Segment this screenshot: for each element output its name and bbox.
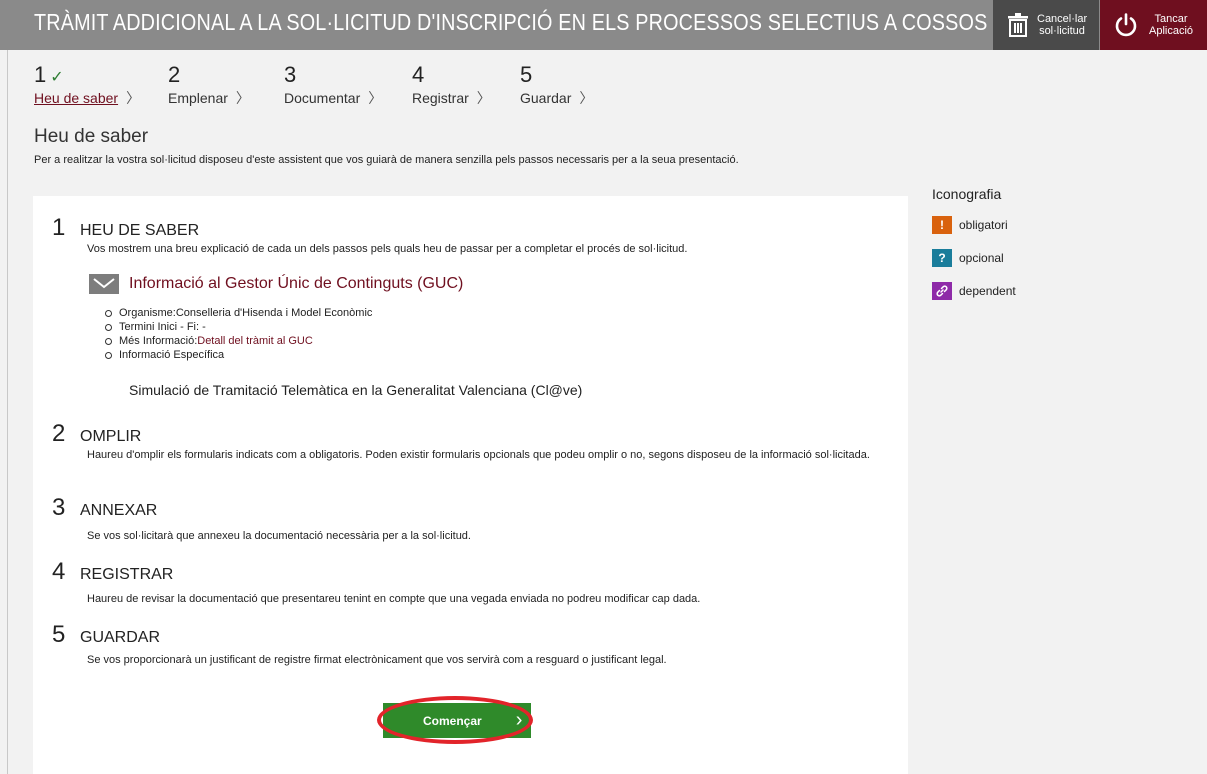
step-3[interactable]: 3 Documentar 〉: [284, 62, 382, 108]
block-2-text: Haureu d'omplir els formularis indicats …: [87, 449, 870, 461]
step-5-number: 5: [520, 62, 533, 87]
iconography-title: Iconografia: [932, 186, 1002, 202]
cancel-label-line2: sol·licitud: [1039, 25, 1085, 37]
start-button[interactable]: Començar ›: [383, 703, 531, 738]
list-item: Més Informació:Detall del tràmit al GUC: [105, 334, 372, 348]
close-app-button[interactable]: Tancar Aplicació: [1100, 0, 1207, 50]
more-info-label: Més Informació:: [119, 335, 198, 347]
step-3-label[interactable]: Documentar: [284, 90, 360, 106]
step-1-label[interactable]: Heu de saber: [34, 90, 118, 106]
start-button-label: Començar: [423, 713, 482, 728]
term-item: Termini Inici - Fi: -: [105, 320, 372, 334]
power-icon: [1115, 13, 1137, 37]
chevron-right-icon: 〉: [368, 90, 383, 106]
block-3-text: Se vos sol·licitarà que annexeu la docum…: [87, 530, 471, 542]
block-1: 1 HEU DE SABER: [52, 214, 199, 242]
chevron-right-icon: 〉: [579, 90, 594, 106]
block-4-number: 4: [52, 558, 66, 585]
link-icon: [932, 282, 952, 300]
block-1-number: 1: [52, 214, 66, 241]
block-2: 2 OMPLIR: [52, 420, 141, 448]
block-1-text: Vos mostrem una breu explicació de cada …: [87, 243, 688, 255]
chevron-right-icon: 〉: [235, 90, 250, 106]
check-icon: ✓: [50, 69, 64, 86]
simulation-title: Simulació de Tramitació Telemàtica en la…: [129, 382, 583, 398]
block-3-title: ANNEXAR: [80, 502, 158, 519]
block-5-number: 5: [52, 621, 66, 648]
step-4-label[interactable]: Registrar: [412, 90, 469, 106]
guc-section: Informació al Gestor Únic de Continguts …: [89, 274, 463, 294]
app-header: TRÀMIT ADDICIONAL A LA SOL·LICITUD D'INS…: [0, 0, 1207, 50]
block-4-title: REGISTRAR: [80, 566, 174, 583]
envelope-icon: [89, 274, 119, 294]
step-2-number: 2: [168, 62, 181, 87]
list-item: Organisme:Conselleria d'Hisenda i Model …: [105, 306, 372, 320]
exclamation-icon: !: [932, 216, 952, 234]
block-2-title: OMPLIR: [80, 428, 142, 445]
org-label: Organisme:: [119, 307, 176, 319]
legend-label-dependent: dependent: [959, 284, 1016, 298]
block-5-title: GUARDAR: [80, 629, 161, 646]
block-3-number: 3: [52, 494, 66, 521]
chevron-right-icon: 〉: [126, 90, 141, 106]
legend-label-optional: opcional: [959, 251, 1004, 265]
block-4-text: Haureu de revisar la documentació que pr…: [87, 593, 701, 605]
step-2[interactable]: 2 Emplenar 〉: [168, 62, 250, 108]
legend-item-optional: ? opcional: [932, 249, 1004, 267]
step-5[interactable]: 5 Guardar 〉: [520, 62, 593, 108]
page-title: Heu de saber: [34, 126, 149, 147]
cancel-request-button[interactable]: Cancel·lar sol·licitud: [993, 0, 1099, 50]
close-label-line1: Tancar: [1154, 13, 1188, 25]
legend-item-mandatory: ! obligatori: [932, 216, 1008, 234]
step-4-number: 4: [412, 62, 425, 87]
block-5-text: Se vos proporcionarà un justificant de r…: [87, 654, 667, 666]
chevron-right-icon: ›: [515, 709, 523, 731]
guc-details: Organisme:Conselleria d'Hisenda i Model …: [105, 306, 372, 362]
step-1[interactable]: 1 ✓ Heu de saber 〉: [34, 62, 140, 108]
step-4[interactable]: 4 Registrar 〉: [412, 62, 491, 108]
cancel-label-line1: Cancel·lar: [1037, 13, 1088, 25]
question-icon: ?: [932, 249, 952, 267]
legend-label-mandatory: obligatori: [959, 218, 1008, 232]
left-border: [7, 50, 8, 774]
step-3-number: 3: [284, 62, 297, 87]
iconography-legend: Iconografia ! obligatori ? opcional depe…: [932, 186, 1016, 300]
page-header-title: TRÀMIT ADDICIONAL A LA SOL·LICITUD D'INS…: [34, 9, 1078, 35]
chevron-right-icon: 〉: [476, 90, 491, 106]
block-5: 5 GUARDAR: [52, 621, 160, 649]
org-value: Conselleria d'Hisenda i Model Econòmic: [175, 307, 373, 319]
block-4: 4 REGISTRAR: [52, 558, 173, 586]
step-5-label[interactable]: Guardar: [520, 90, 571, 106]
step-2-label[interactable]: Emplenar: [168, 90, 228, 106]
main-panel: 1 HEU DE SABER Vos mostrem una breu expli…: [33, 196, 908, 774]
specific-info-item: Informació Específica: [105, 348, 372, 362]
block-1-title: HEU DE SABER: [80, 222, 200, 239]
close-label-line2: Aplicació: [1148, 25, 1194, 37]
legend-item-dependent: dependent: [932, 282, 1016, 300]
intro-text: Per a realitzar la vostra sol·licitud di…: [34, 154, 739, 166]
step-1-number: 1: [34, 62, 47, 87]
trash-icon: [1008, 13, 1028, 37]
block-2-number: 2: [52, 420, 66, 447]
block-3: 3 ANNEXAR: [52, 494, 157, 522]
guc-title: Informació al Gestor Únic de Continguts …: [129, 275, 464, 292]
guc-detail-link[interactable]: Detall del tràmit al GUC: [197, 335, 313, 347]
